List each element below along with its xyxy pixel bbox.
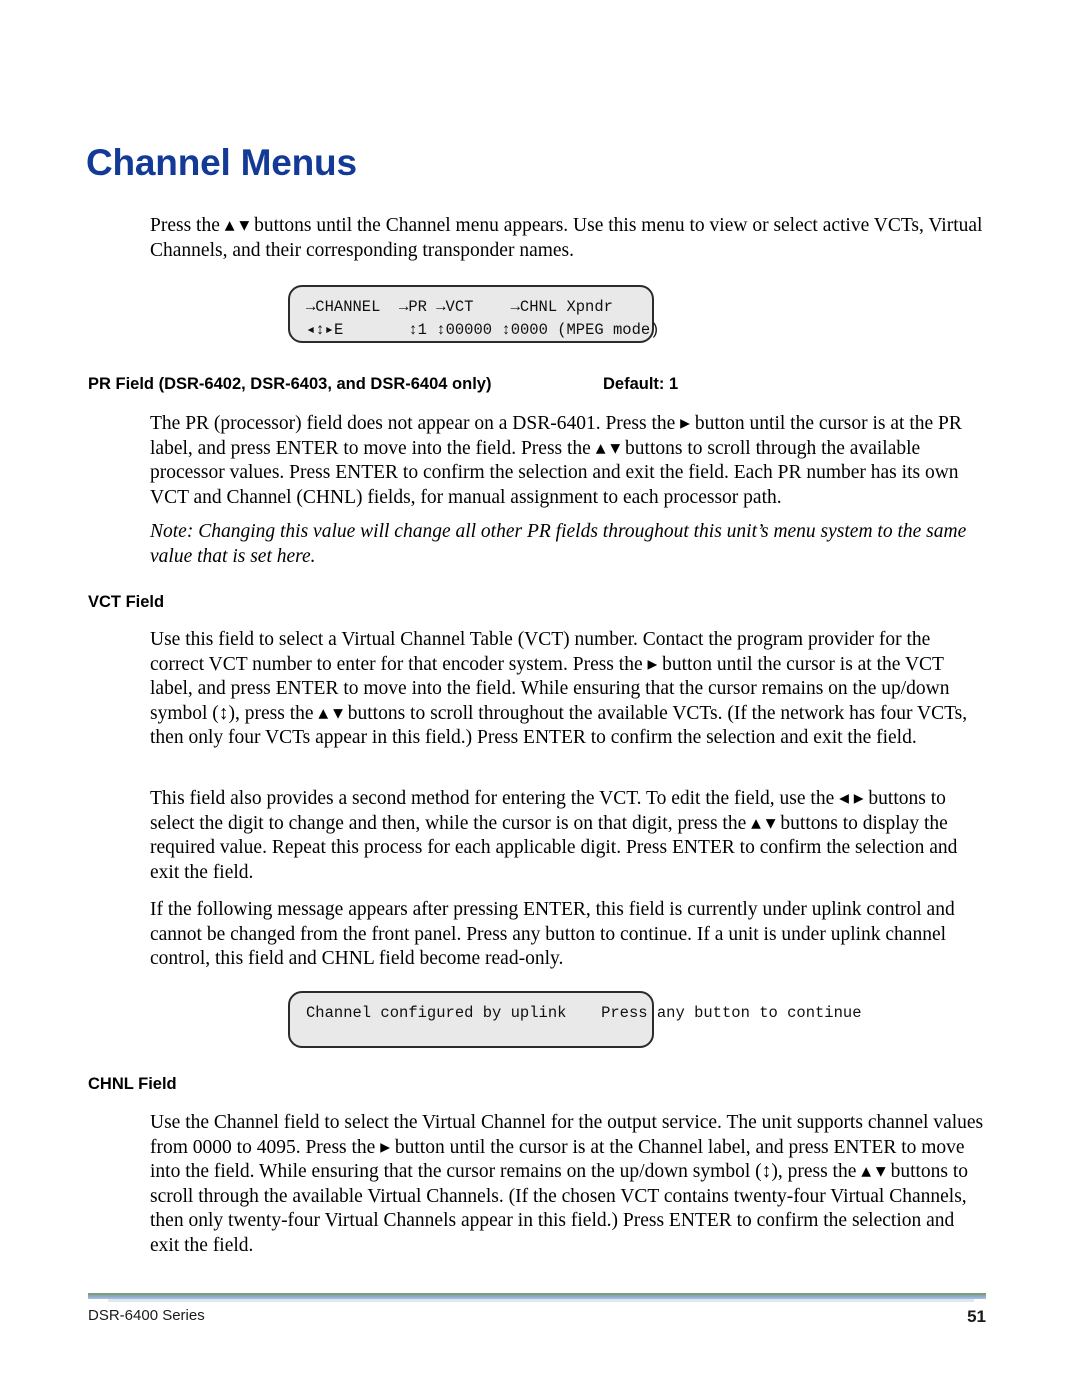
vct-field-paragraph-1: Use this field to select a Virtual Chann… (150, 629, 968, 749)
vct-field-paragraph-3: If the following message appears after p… (150, 899, 955, 970)
footer-page-number: 51 (967, 1307, 986, 1326)
intro-paragraph: Press the ▴ ▾ buttons until the Channel … (150, 215, 983, 261)
footer-divider (88, 1293, 986, 1302)
lcd-channel-line-2: ◂↕▸E ↕1 ↕00000 ↕0000 (MPEG mode) (306, 321, 660, 339)
lcd-uplink-line-1: Channel configured by uplink (306, 1004, 567, 1022)
chnl-field-paragraph: Use the Channel field to select the Virt… (150, 1112, 984, 1256)
lcd-uplink-line-2: Press any button to continue (591, 1004, 862, 1022)
chnl-field-heading-text: CHNL Field (88, 1075, 177, 1093)
channel-menu-lcd: →CHANNEL →PR →VCT →CHNL Xpndr ◂↕▸E ↕1 ↕0… (288, 285, 660, 343)
pr-field-heading-text: PR Field (DSR-6402, DSR-6403, and DSR-64… (88, 375, 492, 393)
vct-field-paragraph-2: This field also provides a second method… (150, 788, 958, 883)
document-page: Channel Menus Press the ▴ ▾ buttons unti… (0, 0, 1080, 1397)
lcd-channel-line-1: →CHANNEL →PR →VCT →CHNL Xpndr (306, 298, 613, 316)
page-title: Channel Menus (86, 142, 357, 183)
section-heading-pr-field: PR Field (DSR-6402, DSR-6403, and DSR-64… (88, 375, 985, 394)
section-heading-vct-field: VCT Field (88, 593, 985, 612)
section-heading-chnl-field: CHNL Field (88, 1075, 985, 1094)
pr-field-default-value: Default: 1 (603, 375, 679, 393)
vct-field-heading-text: VCT Field (88, 593, 165, 611)
uplink-message-lcd: Channel configured by uplink Press any b… (288, 991, 862, 1048)
pr-field-note: Note: Changing this value will change al… (150, 521, 967, 567)
pr-field-paragraph: The PR (processor) field does not appear… (150, 413, 962, 508)
footer-rule-shadow (108, 1299, 974, 1302)
